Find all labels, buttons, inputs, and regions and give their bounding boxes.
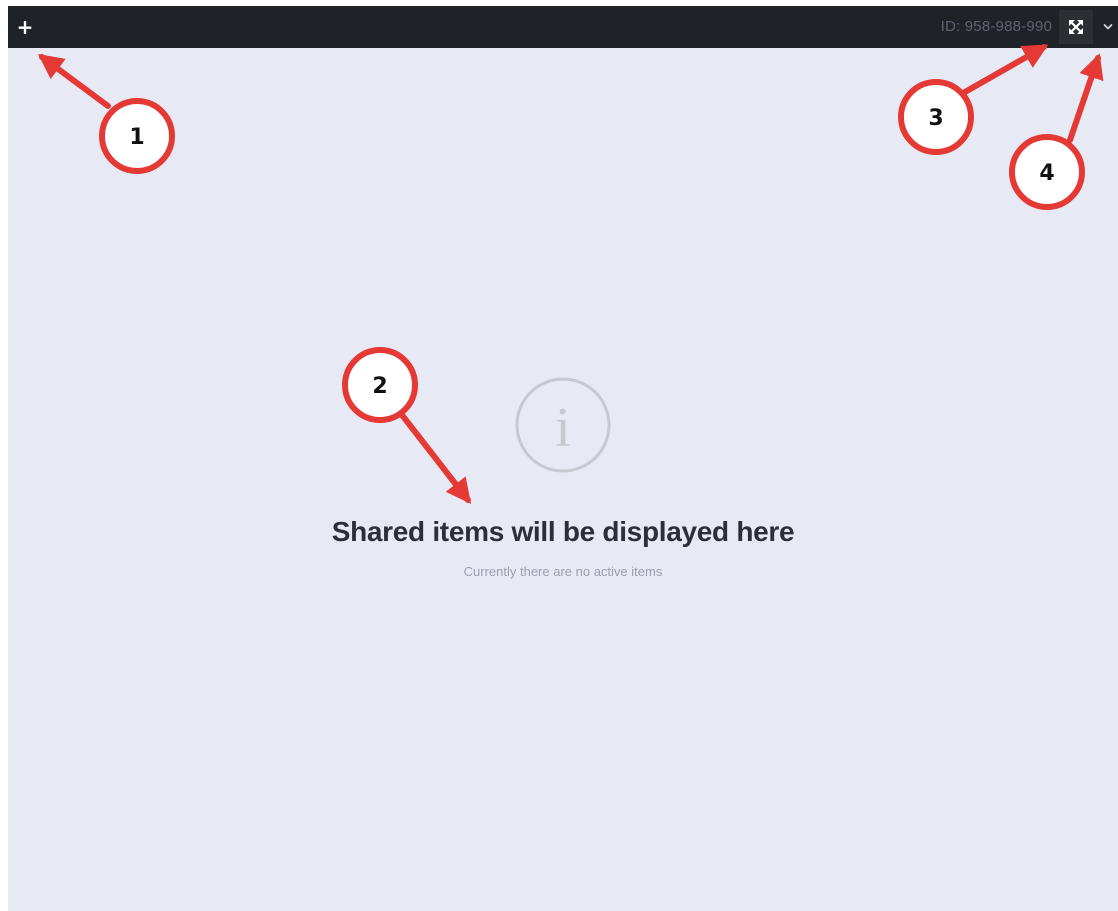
empty-state: i Shared items will be displayed here Cu… (8, 376, 1118, 579)
info-icon-glyph: i (555, 397, 571, 459)
add-button[interactable]: + (8, 6, 42, 48)
menu-dropdown-button[interactable] (1097, 10, 1118, 44)
top-toolbar: + ID: 958-988-990 (8, 6, 1118, 48)
session-id-label: ID: 958-988-990 (940, 18, 1052, 35)
expand-button[interactable] (1059, 10, 1093, 44)
expand-arrows-icon (1069, 20, 1083, 34)
empty-state-title: Shared items will be displayed here (331, 516, 795, 547)
chevron-down-icon (1103, 24, 1112, 30)
empty-state-subtitle: Currently there are no active items (463, 564, 663, 579)
shared-items-window: + ID: 958-988-990 i Shared items will be… (8, 6, 1118, 911)
info-circle-icon: i (515, 377, 611, 473)
